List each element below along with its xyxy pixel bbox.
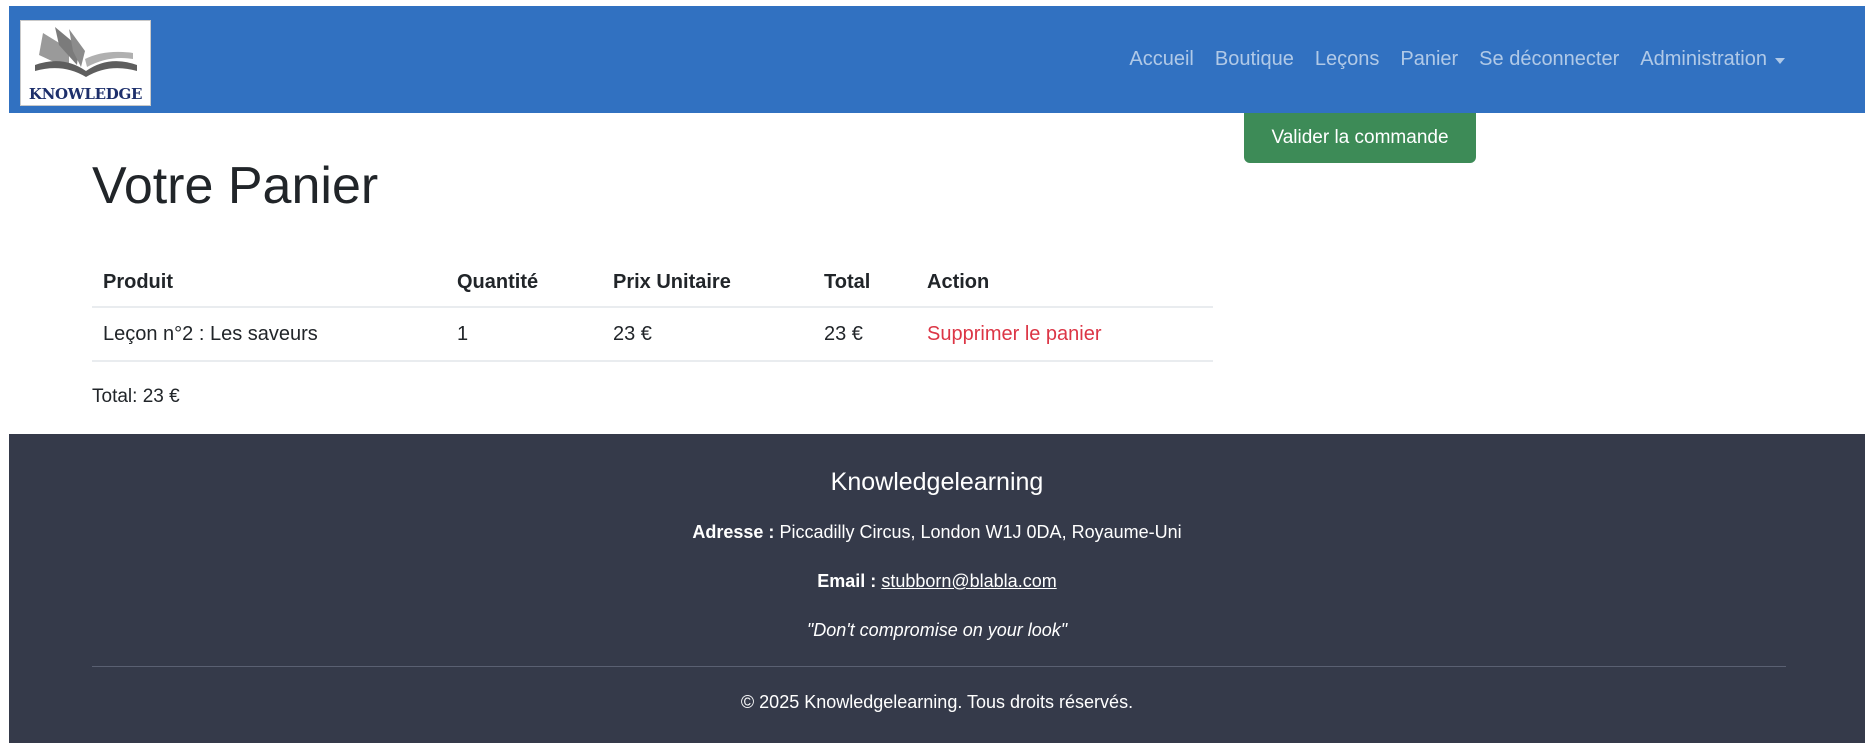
nav-administration-dropdown[interactable]: Administration — [1640, 48, 1785, 71]
column-header-product: Produit — [92, 258, 446, 308]
footer-brand: Knowledgelearning — [830, 468, 1044, 496]
table-row: Leçon n°2 : Les saveurs 1 23 € 23 € Supp… — [92, 307, 1213, 362]
footer-divider — [92, 666, 1786, 667]
validate-order-button[interactable]: Valider la commande — [1244, 113, 1476, 163]
footer-copyright: © 2025 Knowledgelearning. Tous droits ré… — [740, 692, 1134, 712]
table-header-row: Produit Quantité Prix Unitaire Total Act… — [92, 258, 1213, 308]
nav-links: Accueil Boutique Leçons Panier Se déconn… — [1129, 6, 1785, 113]
footer-email: Email : stubborn@blabla.com — [9, 571, 1865, 592]
site-footer: Knowledgelearning Adresse : Piccadilly C… — [9, 434, 1865, 743]
nav-administration-label: Administration — [1640, 48, 1767, 70]
top-navbar: KNOWLEDGE Accueil Boutique Leçons Panier… — [9, 6, 1865, 113]
remove-cart-link[interactable]: Supprimer le panier — [927, 323, 1102, 345]
nav-boutique[interactable]: Boutique — [1215, 48, 1294, 71]
cell-quantity: 1 — [446, 307, 602, 362]
footer-address-label: Adresse : — [692, 522, 775, 542]
cart-table: Produit Quantité Prix Unitaire Total Act… — [92, 258, 1213, 362]
nav-accueil[interactable]: Accueil — [1129, 48, 1193, 71]
column-header-quantity: Quantité — [446, 258, 602, 308]
column-header-unit-price: Prix Unitaire — [602, 258, 813, 308]
page-edge — [0, 0, 9, 743]
nav-lecons[interactable]: Leçons — [1315, 48, 1380, 71]
column-header-action: Action — [916, 258, 1213, 308]
column-header-total: Total — [813, 258, 916, 308]
footer-quote: "Don't compromise on your look" — [806, 620, 1068, 640]
footer-address-value: Piccadilly Circus, London W1J 0DA, Royau… — [779, 522, 1182, 542]
nav-logout[interactable]: Se déconnecter — [1479, 48, 1619, 71]
cell-action: Supprimer le panier — [916, 307, 1213, 362]
page-title: Votre Panier — [92, 157, 379, 215]
footer-email-link[interactable]: stubborn@blabla.com — [881, 571, 1056, 591]
caret-down-icon — [1775, 57, 1785, 64]
cart-total: Total: 23 € — [92, 386, 180, 407]
cell-total: 23 € — [813, 307, 916, 362]
nav-panier[interactable]: Panier — [1400, 48, 1458, 71]
open-book-icon — [35, 27, 137, 77]
logo-text: KNOWLEDGE — [28, 85, 143, 103]
footer-address: Adresse : Piccadilly Circus, London W1J … — [9, 522, 1865, 543]
footer-email-label: Email : — [817, 571, 877, 591]
cell-unit-price: 23 € — [602, 307, 813, 362]
site-logo[interactable]: KNOWLEDGE — [20, 20, 151, 106]
cell-product: Leçon n°2 : Les saveurs — [92, 307, 446, 362]
